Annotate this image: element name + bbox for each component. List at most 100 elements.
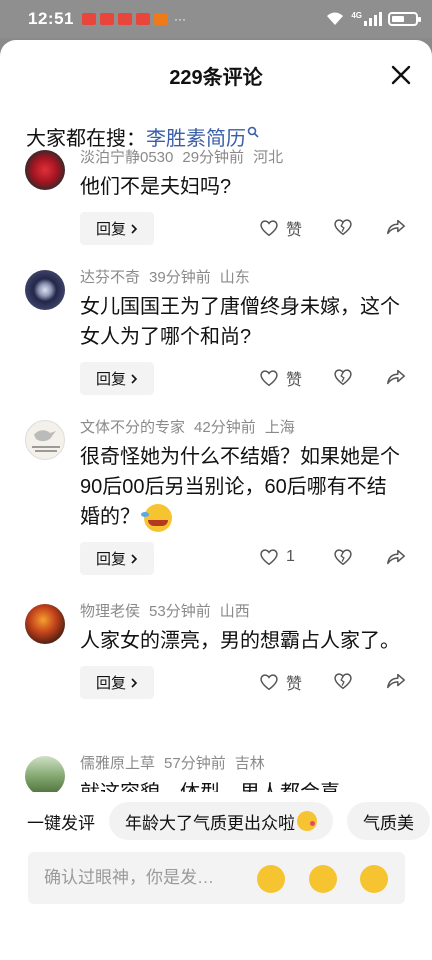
status-bar: 12:51 ··· 4G bbox=[0, 0, 432, 38]
reply-button[interactable]: 回复 bbox=[80, 666, 155, 699]
comment-item: 淡泊宁静0530 29分钟前 河北 他们不是夫妇吗? 回复 赞 bbox=[0, 146, 432, 250]
comment-text: 他们不是夫妇吗? bbox=[80, 176, 232, 198]
comment-time: 42分钟前 bbox=[194, 419, 256, 436]
avatar[interactable] bbox=[25, 756, 65, 792]
quick-reply-chip[interactable]: 年龄大了气质更出众啦 bbox=[109, 802, 333, 840]
comment-meta: 达芬不奇 39分钟前 山东 bbox=[80, 266, 406, 290]
heart-icon bbox=[260, 549, 278, 566]
status-time: 12:51 bbox=[28, 9, 74, 28]
comment-location: 上海 bbox=[264, 419, 295, 436]
avatar[interactable] bbox=[25, 420, 65, 460]
comment-item: 儒雅原上草 57分钟前吉林 就这容貌，体型，男人都会喜 bbox=[0, 752, 432, 792]
comment-actions: 回复 赞 bbox=[80, 206, 406, 250]
notification-app-icon bbox=[81, 13, 96, 25]
comment-time: 53分钟前 bbox=[149, 603, 211, 620]
avatar[interactable] bbox=[25, 270, 65, 310]
reply-label: 回复 bbox=[96, 221, 127, 238]
comment-item: 文体不分的专家 42分钟前 上海 很奇怪她为什么不结婚？如果她是个90后00后另当别… bbox=[0, 416, 432, 580]
comment-location: 山西 bbox=[219, 603, 250, 620]
reply-label: 回复 bbox=[96, 371, 127, 388]
chevron-right-icon bbox=[131, 223, 138, 234]
comment-text: 女儿国国王为了唐僧终身未嫁，这个女人为了哪个和尚? bbox=[80, 296, 400, 348]
like-button[interactable]: 赞 bbox=[258, 670, 302, 694]
notification-app-icon bbox=[135, 13, 150, 25]
sheet-header: 229条评论 bbox=[0, 40, 432, 110]
blushing-heart-emoji-icon bbox=[297, 811, 317, 831]
comment-meta: 物理老侯 53分钟前 山西 bbox=[80, 600, 406, 624]
like-button[interactable]: 赞 bbox=[258, 216, 302, 240]
comment-actions: 回复 1 bbox=[80, 536, 406, 580]
comment-username[interactable]: 达芬不奇 bbox=[80, 269, 140, 286]
share-button[interactable] bbox=[385, 216, 407, 238]
share-button[interactable] bbox=[385, 366, 407, 388]
notification-icons bbox=[81, 13, 168, 25]
reply-label: 回复 bbox=[96, 675, 127, 692]
rofl-emoji-button[interactable] bbox=[257, 865, 285, 893]
share-button[interactable] bbox=[385, 546, 407, 568]
surprised-emoji-button[interactable] bbox=[360, 865, 388, 893]
notification-app-icon bbox=[153, 13, 168, 25]
chevron-right-icon bbox=[131, 677, 138, 688]
notification-app-icon bbox=[117, 13, 132, 25]
dislike-button[interactable] bbox=[332, 670, 354, 692]
comment-username[interactable]: 文体不分的专家 bbox=[80, 419, 185, 436]
notification-app-icon bbox=[99, 13, 114, 25]
dislike-button[interactable] bbox=[332, 216, 354, 238]
laughing-crying-emoji-icon bbox=[141, 503, 172, 532]
like-button[interactable]: 赞 bbox=[258, 366, 302, 390]
like-count: 赞 bbox=[286, 372, 303, 389]
comment-item: 物理老侯 53分钟前 山西 人家女的漂亮，男的想霸占人家了。 回复 赞 bbox=[0, 600, 432, 704]
comment-meta: 儒雅原上草 57分钟前 吉林 bbox=[80, 752, 406, 776]
comment-input[interactable] bbox=[44, 868, 244, 888]
comment-location: 山东 bbox=[219, 269, 250, 286]
reply-button[interactable]: 回复 bbox=[80, 542, 155, 575]
avatar[interactable] bbox=[25, 604, 65, 644]
heart-icon bbox=[260, 370, 278, 387]
chevron-right-icon bbox=[131, 553, 138, 564]
quick-reply-row: 一键发评 年龄大了气质更出众啦 气质美 bbox=[0, 795, 432, 847]
share-icon bbox=[387, 673, 405, 689]
quick-reply-label: 一键发评 bbox=[27, 813, 95, 833]
broken-heart-icon bbox=[334, 549, 352, 566]
comment-meta: 淡泊宁静0530 29分钟前 河北 bbox=[80, 146, 406, 170]
comment-username[interactable]: 淡泊宁静0530 bbox=[80, 149, 173, 166]
comment-username[interactable]: 物理老侯 bbox=[80, 603, 140, 620]
reply-button[interactable]: 回复 bbox=[80, 212, 155, 245]
comment-username[interactable]: 儒雅原上草 bbox=[80, 755, 155, 772]
comment-text: 人家女的漂亮，男的想霸占人家了。 bbox=[80, 630, 400, 652]
comment-location: 河北 bbox=[253, 149, 284, 166]
share-button[interactable] bbox=[385, 670, 407, 692]
reply-button[interactable]: 回复 bbox=[80, 362, 155, 395]
search-icon bbox=[247, 126, 259, 138]
comment-actions: 回复 赞 bbox=[80, 660, 406, 704]
wifi-icon bbox=[327, 12, 344, 25]
close-icon[interactable] bbox=[388, 62, 414, 88]
comment-count-title: 229条评论 bbox=[169, 66, 263, 89]
quick-reply-chip[interactable]: 气质美 bbox=[347, 802, 430, 840]
comment-text-content: 很奇怪她为什么不结婚？如果她是个90后00后另当别论，60后哪有不结婚的？ bbox=[80, 446, 400, 528]
comment-time: 29分钟前 bbox=[182, 149, 245, 166]
comment-time: 57分钟前 bbox=[164, 755, 226, 772]
comment-text: 就这容貌，体型，男人都会喜 bbox=[80, 778, 406, 792]
share-icon bbox=[387, 549, 405, 565]
dislike-button[interactable] bbox=[332, 546, 354, 568]
comment-input-bar bbox=[28, 852, 405, 904]
comment-actions: 回复 赞 bbox=[80, 356, 406, 400]
status-right: 4G bbox=[325, 10, 421, 27]
share-icon bbox=[387, 369, 405, 385]
comment-location: 吉林 bbox=[234, 755, 265, 772]
chip-text: 气质美 bbox=[363, 813, 414, 833]
battery-icon bbox=[388, 12, 421, 26]
dislike-button[interactable] bbox=[332, 366, 354, 388]
status-more-indicator: ··· bbox=[173, 12, 186, 26]
grinning-emoji-button[interactable] bbox=[309, 865, 337, 893]
comment-text: 很奇怪她为什么不结婚？如果她是个90后00后另当别论，60后哪有不结婚的？ bbox=[80, 442, 406, 532]
like-button[interactable]: 1 bbox=[258, 546, 295, 568]
comment-meta: 文体不分的专家 42分钟前 上海 bbox=[80, 416, 406, 440]
comment-list[interactable]: 淡泊宁静0530 29分钟前 河北 他们不是夫妇吗? 回复 赞 达芬不奇 39分钟前山… bbox=[0, 140, 432, 792]
broken-heart-icon bbox=[334, 369, 352, 386]
avatar[interactable] bbox=[25, 150, 65, 190]
share-icon bbox=[387, 219, 405, 235]
network-type: 4G bbox=[351, 10, 362, 20]
like-count: 赞 bbox=[286, 676, 303, 693]
